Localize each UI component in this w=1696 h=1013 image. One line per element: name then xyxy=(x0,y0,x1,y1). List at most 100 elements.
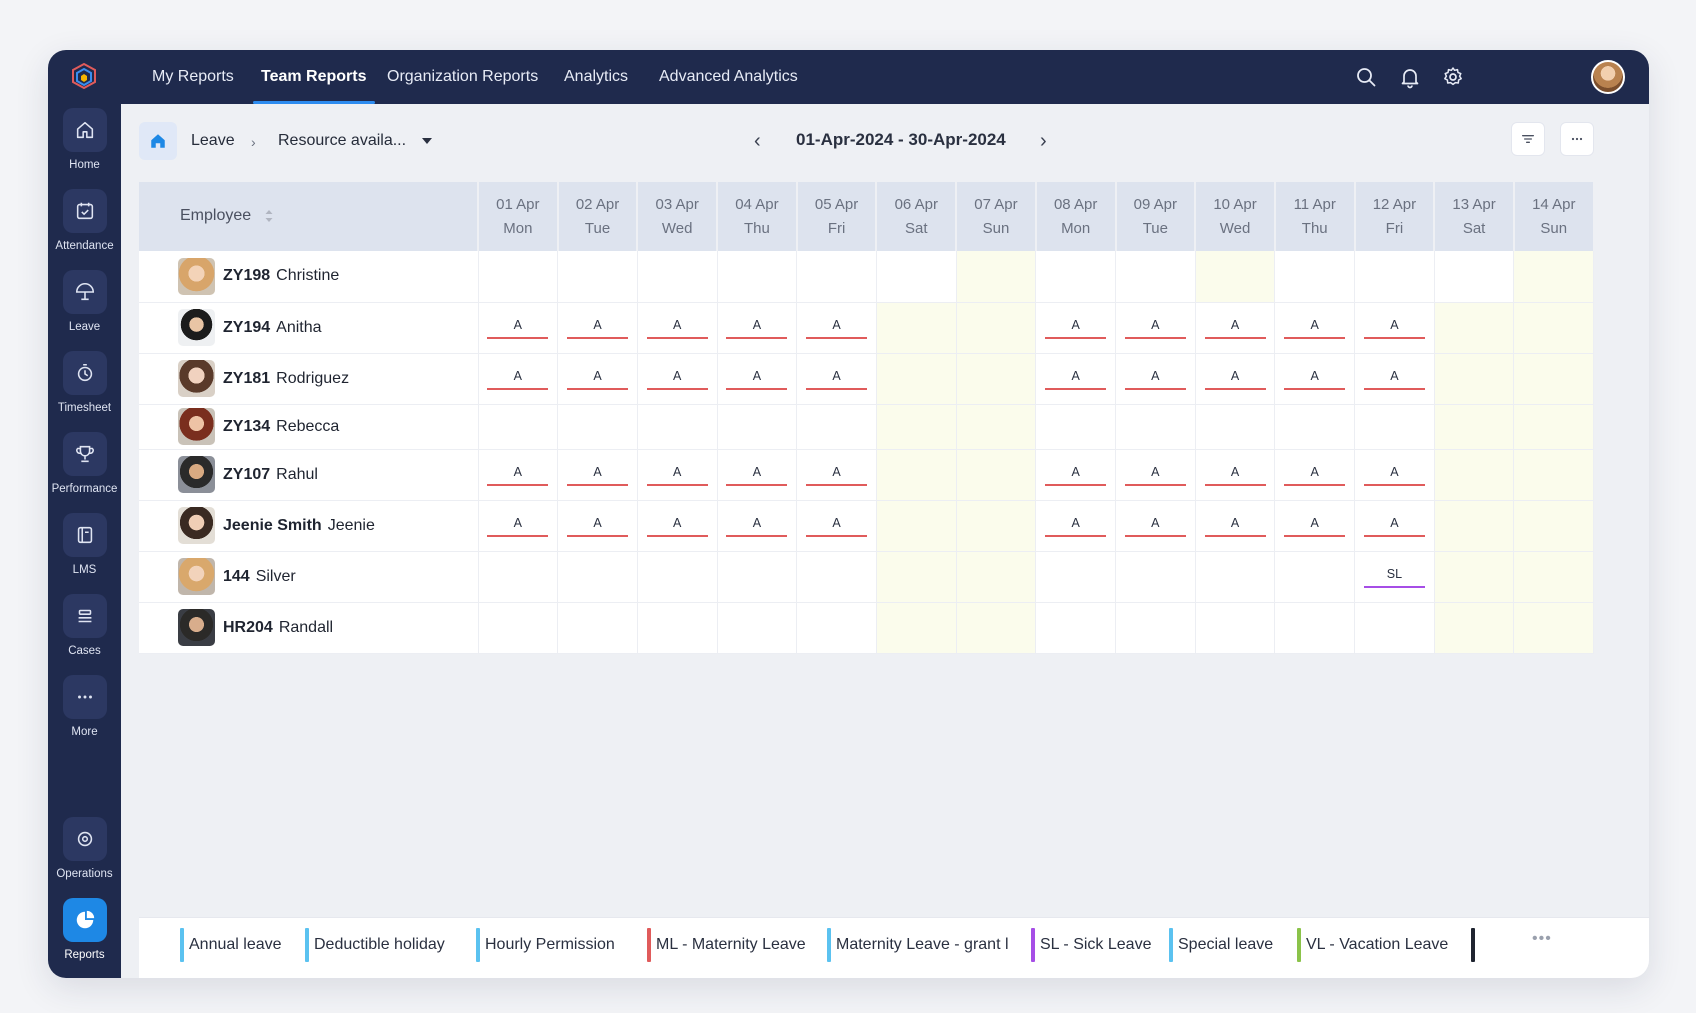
day-cell[interactable]: A xyxy=(1035,302,1116,354)
day-cell[interactable] xyxy=(1513,404,1595,450)
day-cell[interactable]: A xyxy=(1354,449,1435,501)
tab-my-reports[interactable]: My Reports xyxy=(152,50,234,104)
day-cell[interactable]: A xyxy=(1195,449,1276,501)
absent-mark[interactable]: A xyxy=(1124,318,1186,339)
day-cell[interactable] xyxy=(637,251,718,303)
day-cell[interactable] xyxy=(876,353,957,405)
day-cell[interactable]: A xyxy=(637,302,718,354)
day-cell[interactable] xyxy=(956,353,1037,405)
day-cell[interactable]: A xyxy=(478,353,559,405)
absent-mark[interactable]: A xyxy=(567,369,629,390)
day-cell[interactable] xyxy=(557,404,638,450)
day-cell[interactable] xyxy=(876,500,957,552)
absent-mark[interactable]: A xyxy=(726,516,788,537)
day-cell[interactable] xyxy=(1195,602,1276,654)
day-cell[interactable] xyxy=(956,404,1037,450)
absent-mark[interactable]: A xyxy=(1363,369,1425,390)
day-cell[interactable]: A xyxy=(478,302,559,354)
day-cell[interactable]: A xyxy=(1035,500,1116,552)
tab-organization-reports[interactable]: Organization Reports xyxy=(387,50,538,104)
day-cell[interactable] xyxy=(796,251,877,303)
absent-mark[interactable]: A xyxy=(646,465,708,486)
absent-mark[interactable]: A xyxy=(726,318,788,339)
day-cell[interactable] xyxy=(1434,353,1515,405)
day-cell[interactable] xyxy=(637,602,718,654)
day-cell[interactable]: A xyxy=(1195,302,1276,354)
day-cell[interactable]: A xyxy=(1195,353,1276,405)
day-cell[interactable] xyxy=(1035,602,1116,654)
day-cell[interactable] xyxy=(1115,551,1196,603)
day-cell[interactable] xyxy=(956,302,1037,354)
day-cell[interactable]: A xyxy=(717,449,798,501)
absent-mark[interactable]: A xyxy=(806,465,868,486)
day-cell[interactable]: A xyxy=(796,500,877,552)
absent-mark[interactable]: A xyxy=(1363,318,1425,339)
user-avatar[interactable] xyxy=(1591,60,1625,94)
absent-mark[interactable]: A xyxy=(1284,465,1346,486)
absent-mark[interactable]: A xyxy=(726,369,788,390)
employee-cell[interactable]: ZY107 Rahul xyxy=(139,449,479,501)
day-cell[interactable]: A xyxy=(1274,500,1356,552)
day-cell[interactable]: A xyxy=(1115,302,1196,354)
prev-period-button[interactable]: ‹ xyxy=(754,130,761,153)
app-logo-icon[interactable] xyxy=(66,60,102,96)
day-cell[interactable] xyxy=(1434,602,1515,654)
day-cell[interactable] xyxy=(796,551,877,603)
day-cell[interactable] xyxy=(637,404,718,450)
absent-mark[interactable]: A xyxy=(726,465,788,486)
day-cell[interactable] xyxy=(1354,602,1435,654)
day-cell[interactable]: A xyxy=(796,302,877,354)
sick-leave-mark[interactable]: SL xyxy=(1363,567,1425,588)
day-cell[interactable] xyxy=(637,551,718,603)
day-cell[interactable] xyxy=(1115,404,1196,450)
sidebar-item-more[interactable]: More xyxy=(48,675,121,738)
day-cell[interactable] xyxy=(1434,500,1515,552)
employee-cell[interactable]: Jeenie Smith Jeenie xyxy=(139,500,479,552)
day-cell[interactable] xyxy=(1035,404,1116,450)
day-cell[interactable]: A xyxy=(1354,353,1435,405)
day-cell[interactable] xyxy=(956,251,1037,303)
day-cell[interactable] xyxy=(717,551,798,603)
absent-mark[interactable]: A xyxy=(1204,318,1266,339)
day-cell[interactable] xyxy=(1354,404,1435,450)
day-cell[interactable] xyxy=(1274,251,1356,303)
employee-column-header[interactable]: Employee xyxy=(139,182,479,251)
day-cell[interactable] xyxy=(1195,404,1276,450)
day-cell[interactable]: A xyxy=(478,449,559,501)
absent-mark[interactable]: A xyxy=(487,318,549,339)
absent-mark[interactable]: A xyxy=(1204,516,1266,537)
day-cell[interactable] xyxy=(717,251,798,303)
day-cell[interactable] xyxy=(876,602,957,654)
absent-mark[interactable]: A xyxy=(1124,369,1186,390)
day-cell[interactable]: A xyxy=(1035,449,1116,501)
chevron-down-icon[interactable] xyxy=(422,138,432,144)
sidebar-item-home[interactable]: Home xyxy=(48,108,121,171)
day-cell[interactable] xyxy=(557,551,638,603)
absent-mark[interactable]: A xyxy=(1363,465,1425,486)
search-icon[interactable] xyxy=(1354,65,1378,89)
day-cell[interactable] xyxy=(876,449,957,501)
bell-icon[interactable] xyxy=(1398,65,1422,89)
day-cell[interactable]: A xyxy=(1274,302,1356,354)
absent-mark[interactable]: A xyxy=(1284,318,1346,339)
filter-button[interactable] xyxy=(1511,122,1545,156)
day-cell[interactable] xyxy=(1513,449,1595,501)
employee-cell[interactable]: ZY181 Rodriguez xyxy=(139,353,479,405)
tab-team-reports[interactable]: Team Reports xyxy=(253,50,374,104)
day-cell[interactable] xyxy=(1513,500,1595,552)
absent-mark[interactable]: A xyxy=(1204,465,1266,486)
day-cell[interactable] xyxy=(1354,251,1435,303)
sidebar-item-leave[interactable]: Leave xyxy=(48,270,121,333)
day-cell[interactable] xyxy=(956,602,1037,654)
day-cell[interactable]: A xyxy=(1115,500,1196,552)
absent-mark[interactable]: A xyxy=(806,318,868,339)
day-cell[interactable] xyxy=(557,602,638,654)
employee-cell[interactable]: ZY194 Anitha xyxy=(139,302,479,354)
absent-mark[interactable]: A xyxy=(1363,516,1425,537)
day-cell[interactable]: A xyxy=(1195,500,1276,552)
day-cell[interactable] xyxy=(1513,353,1595,405)
day-cell[interactable]: A xyxy=(1115,449,1196,501)
day-cell[interactable]: A xyxy=(478,500,559,552)
employee-cell[interactable]: HR204 Randall xyxy=(139,602,479,654)
gear-icon[interactable] xyxy=(1441,65,1465,89)
